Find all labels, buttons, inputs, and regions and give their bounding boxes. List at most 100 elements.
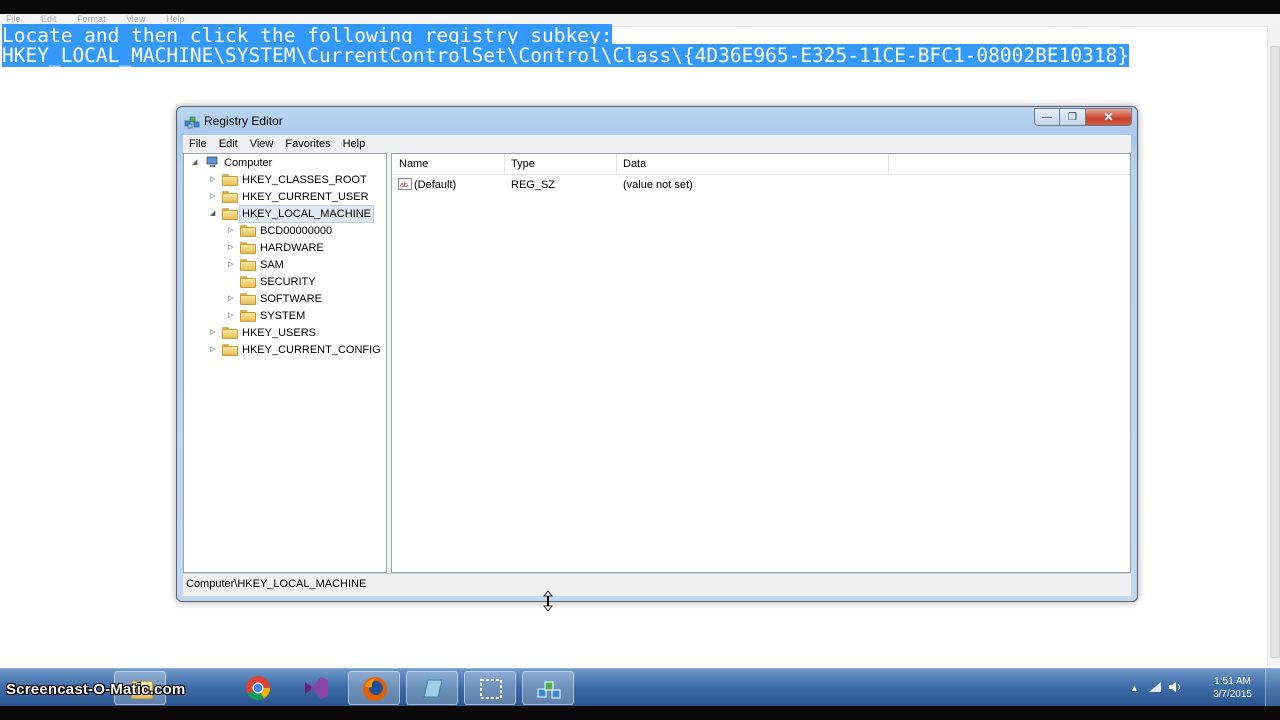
taskbar-snipping-button[interactable] [464,671,516,705]
tree-node-hkey-local-machine[interactable]: ◢ HKEY_LOCAL_MACHINE [184,205,384,223]
expand-arrow-icon[interactable]: ▷ [210,346,218,354]
registry-editor-icon [537,681,561,699]
value-name: (Default) [414,179,457,191]
tree-node-computer[interactable]: ◢ Computer [184,155,384,171]
tree-node-hkey-classes-root[interactable]: ▷ HKEY_CLASSES_ROOT [184,172,384,188]
expand-arrow-icon[interactable]: ▷ [228,295,236,303]
tree-label-hkcu: HKEY_CURRENT_USER [242,191,369,203]
tree-label-bcd: BCD00000000 [260,225,333,237]
tree-label-hkcr: HKEY_CLASSES_ROOT [242,174,367,186]
expand-arrow-icon[interactable]: ▷ [210,176,218,184]
clock-date: 3/7/2015 [1213,689,1252,700]
tree-node-hkey-users[interactable]: ▷ HKEY_USERS [184,325,384,341]
folder-icon [240,225,256,237]
collapse-arrow-icon[interactable]: ◢ [210,210,218,218]
firefox-icon [363,677,387,701]
column-divider[interactable] [616,154,617,174]
notepad-text-area[interactable]: Locate and then click the following regi… [2,24,1130,67]
visual-studio-icon [305,677,328,699]
tree-node-bcd[interactable]: ▷ BCD00000000 [184,223,384,239]
notepad-scrollbar[interactable] [1267,26,1280,666]
folder-icon [240,242,256,254]
tree-label-system: SYSTEM [260,310,306,322]
collapse-arrow-icon[interactable]: ◢ [192,159,200,167]
taskbar-app-button[interactable] [406,671,458,705]
value-list[interactable]: Name Type Data ab (Default) REG_SZ (valu… [391,153,1131,573]
taskbar-regedit-button[interactable] [522,671,574,705]
tree-node-hkey-current-config[interactable]: ▷ HKEY_CURRENT_CONFIG [184,342,384,358]
screencast-watermark: Screencast-O-Matic.com [6,681,186,698]
show-desktop-button[interactable] [1265,669,1280,707]
folder-icon [240,293,256,305]
menu-view[interactable]: View [244,135,280,153]
tree-label-sam: SAM [260,259,284,271]
restore-icon: ❐ [1068,111,1077,123]
regedit-menubar: File Edit View Favorites Help [183,135,1131,153]
column-header-type[interactable]: Type [511,158,535,170]
expand-arrow-icon[interactable]: ▷ [228,227,236,235]
network-icon[interactable] [1148,681,1162,693]
list-item[interactable]: ab (Default) REG_SZ (value not set) [392,176,1130,194]
tree-node-software[interactable]: ▷ SOFTWARE [184,291,384,307]
minimize-button[interactable]: — [1034,108,1060,126]
menu-favorites[interactable]: Favorites [279,135,336,153]
tree-node-hardware[interactable]: ▷ HARDWARE [184,240,384,256]
status-path: Computer\HKEY_LOCAL_MACHINE [186,578,367,590]
folder-icon [240,276,256,288]
close-button[interactable]: ✕ [1086,108,1132,126]
taskbar-chrome-button[interactable] [232,671,284,705]
folder-icon [240,259,256,271]
column-divider[interactable] [888,154,889,174]
video-letterbox-top [0,0,1280,14]
menu-edit[interactable]: Edit [213,135,244,153]
taskbar-clock[interactable]: 1:51 AM 3/7/2015 [1213,675,1252,701]
folder-icon [222,344,238,356]
tree-label-hklm: HKEY_LOCAL_MACHINE [239,205,374,223]
tree-node-system[interactable]: ▷ SYSTEM [184,308,384,324]
system-tray: ▲ 1:51 AM 3/7/2015 [1130,669,1280,707]
notepad-line-2: HKEY_LOCAL_MACHINE\SYSTEM\CurrentControl… [2,44,1130,67]
value-data: (value not set) [623,179,693,191]
registry-editor-app-icon [184,116,200,129]
svg-text:ab: ab [400,182,408,189]
tree-label-hkcc: HKEY_CURRENT_CONFIG [242,344,381,356]
tree-label-hku: HKEY_USERS [242,327,316,339]
expand-arrow-icon[interactable]: ▷ [228,244,236,252]
app-window-icon [423,679,443,698]
expand-arrow-icon[interactable]: ▷ [210,193,218,201]
registry-editor-window: Registry Editor — ❐ ✕ File Edit View Favori… [176,106,1138,602]
chrome-icon [246,676,270,701]
expand-arrow-icon[interactable]: ▷ [228,261,236,269]
column-divider[interactable] [504,154,505,174]
expand-arrow-icon[interactable]: ▷ [210,329,218,337]
resize-cursor-icon [543,590,553,612]
clock-time: 1:51 AM [1214,676,1251,687]
menu-file[interactable]: File [183,135,213,153]
taskbar-firefox-button[interactable] [348,671,400,705]
tree-node-hkey-current-user[interactable]: ▷ HKEY_CURRENT_USER [184,189,384,205]
expand-arrow-icon[interactable]: ▷ [228,312,236,320]
menu-help[interactable]: Help [337,135,372,153]
show-hidden-icons-icon[interactable]: ▲ [1130,683,1139,693]
tree-label-hardware: HARDWARE [260,242,324,254]
volume-icon[interactable] [1168,681,1182,693]
folder-icon [222,191,238,203]
tree-label-computer: Computer [224,157,273,169]
notepad-scroll-thumb[interactable] [1270,46,1280,658]
maximize-button[interactable]: ❐ [1060,108,1086,126]
window-title: Registry Editor [204,114,283,128]
video-letterbox-bottom [0,706,1280,720]
folder-icon [222,327,238,339]
column-header-data[interactable]: Data [623,158,646,170]
status-bar: Computer\HKEY_LOCAL_MACHINE [183,573,1131,596]
tree-node-sam[interactable]: ▷ SAM [184,257,384,273]
string-value-icon: ab [398,178,412,190]
column-header-name[interactable]: Name [399,158,428,170]
close-icon: ✕ [1103,110,1114,124]
tree-label-software: SOFTWARE [260,293,322,305]
folder-icon [240,310,256,322]
value-type: REG_SZ [511,179,556,191]
registry-tree[interactable]: ◢ Computer ▷ HKEY_CLASSES_ROOT ▷ HKEY_CU… [183,153,387,573]
taskbar-visual-studio-button[interactable] [290,671,342,705]
tree-node-security[interactable]: SECURITY [184,274,384,290]
